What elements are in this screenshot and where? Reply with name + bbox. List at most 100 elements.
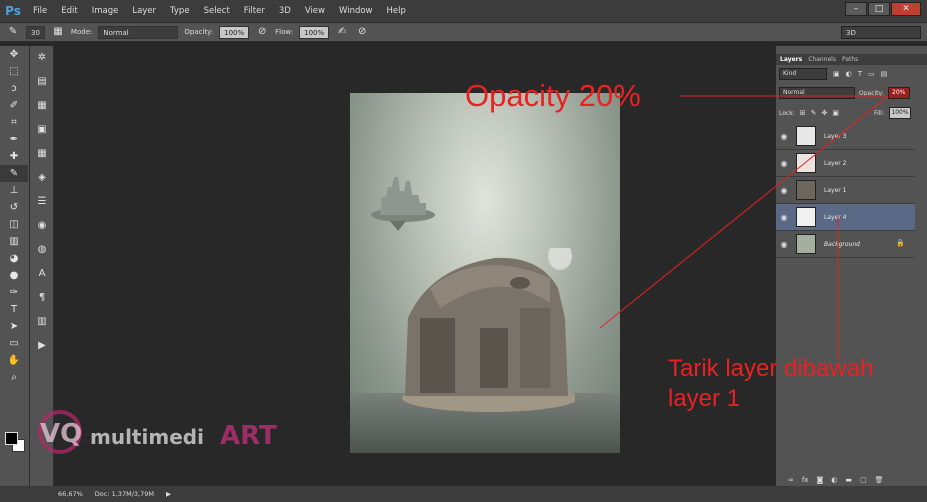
hand-tool-icon[interactable]: ✋ <box>0 352 28 369</box>
clone-source-icon[interactable]: ▤ <box>30 70 54 94</box>
document-canvas[interactable] <box>350 93 620 453</box>
path-select-tool-icon[interactable]: ➤ <box>0 318 28 335</box>
brush-tool-icon[interactable]: ✎ <box>0 165 28 182</box>
fill-field[interactable]: 100% <box>889 107 911 119</box>
layer-row-layer-4[interactable]: ◉ Layer 4 <box>776 204 915 231</box>
mode-select[interactable]: Normal <box>98 25 179 39</box>
menu-type[interactable]: Type <box>163 0 197 22</box>
menu-view[interactable]: View <box>298 0 332 22</box>
menu-image[interactable]: Image <box>85 0 126 22</box>
brush-size-field[interactable]: 30 <box>26 25 45 39</box>
type-tool-icon[interactable]: T <box>0 301 28 318</box>
zoom-tool-icon[interactable]: ⌕ <box>0 369 28 386</box>
shape-tool-icon[interactable]: ▭ <box>0 335 28 352</box>
brush-tool-icon[interactable]: ✎ <box>6 25 20 39</box>
adjustment-layer-icon[interactable]: ◐ <box>831 476 837 484</box>
history-brush-tool-icon[interactable]: ↺ <box>0 199 28 216</box>
color-swatch[interactable] <box>5 432 25 452</box>
pen-tool-icon[interactable]: ✑ <box>0 284 28 301</box>
quick-select-tool-icon[interactable]: ✐ <box>0 97 28 114</box>
3d-icon[interactable]: ◈ <box>30 166 54 190</box>
smart-object-filter-icon[interactable]: ▤ <box>881 70 888 78</box>
kind-filter-select[interactable]: Kind <box>779 68 827 80</box>
flow-field[interactable]: 100% <box>299 25 330 39</box>
layer-row-background[interactable]: ◉ Background 🔒 <box>776 231 915 258</box>
stamp-tool-icon[interactable]: ⊥ <box>0 182 28 199</box>
paragraph-icon[interactable]: ¶ <box>30 286 54 310</box>
lock-icon: 🔒 <box>896 239 905 247</box>
airbrush-icon[interactable]: ✍ <box>335 25 349 39</box>
eraser-tool-icon[interactable]: ◫ <box>0 216 28 233</box>
new-layer-icon[interactable]: ▢ <box>860 476 867 484</box>
maximize-button[interactable]: □ <box>868 2 890 16</box>
close-button[interactable]: ✕ <box>891 2 921 16</box>
visibility-eye-icon[interactable]: ◉ <box>776 240 792 249</box>
crop-tool-icon[interactable]: ⌗ <box>0 114 28 131</box>
history-icon[interactable]: ▦ <box>30 94 54 118</box>
character-icon[interactable]: A <box>30 262 54 286</box>
blur-tool-icon[interactable]: ◕ <box>0 250 28 267</box>
adjustments-icon[interactable]: ☰ <box>30 190 54 214</box>
brush-presets-icon[interactable]: ✲ <box>30 46 54 70</box>
visibility-eye-icon[interactable]: ◉ <box>776 213 792 222</box>
layer-opacity-label: Opacity: <box>859 89 884 97</box>
trash-icon[interactable]: 🗑 <box>875 476 884 484</box>
brush-panel-icon[interactable]: ▦ <box>51 25 65 39</box>
menu-help[interactable]: Help <box>380 0 413 22</box>
layer-opacity-field[interactable]: 20% <box>887 87 910 99</box>
workspace-select[interactable]: 3D <box>841 26 921 39</box>
timeline-icon[interactable]: ▥ <box>30 310 54 334</box>
menu-layer[interactable]: Layer <box>125 0 163 22</box>
dodge-tool-icon[interactable]: ● <box>0 267 28 284</box>
adjustment-filter-icon[interactable]: ◐ <box>846 70 852 78</box>
new-group-icon[interactable]: ▬ <box>845 476 852 484</box>
play-icon[interactable]: ▶ <box>30 334 54 358</box>
marquee-tool-icon[interactable]: ⬚ <box>0 63 28 80</box>
layer-name: Layer 2 <box>824 159 847 167</box>
zoom-level[interactable]: 66,67% <box>58 490 83 498</box>
move-tool-icon[interactable]: ✥ <box>0 46 28 63</box>
foreground-color[interactable] <box>5 432 18 445</box>
lock-pixels-icon[interactable]: ✎ <box>811 109 817 117</box>
tab-channels[interactable]: Channels <box>808 56 836 63</box>
pixel-filter-icon[interactable]: ▣ <box>833 70 840 78</box>
fx-icon[interactable]: fx <box>802 476 809 484</box>
add-mask-icon[interactable]: ◙ <box>816 476 823 484</box>
svg-text:VQ: VQ <box>40 419 82 449</box>
visibility-eye-icon[interactable]: ◉ <box>776 159 792 168</box>
blend-mode-select[interactable]: Normal <box>779 87 855 99</box>
visibility-eye-icon[interactable]: ◉ <box>776 186 792 195</box>
actions-icon[interactable]: ▣ <box>30 118 54 142</box>
tab-layers[interactable]: Layers <box>780 56 802 63</box>
menu-file[interactable]: File <box>26 0 54 22</box>
minimize-button[interactable]: – <box>845 2 867 16</box>
lock-all-icon[interactable]: ▣ <box>832 109 839 117</box>
lock-transparent-icon[interactable]: ⊞ <box>800 109 806 117</box>
menu-select[interactable]: Select <box>197 0 237 22</box>
pressure-opacity-icon[interactable]: ⊘ <box>255 25 269 39</box>
menu-edit[interactable]: Edit <box>54 0 84 22</box>
tab-paths[interactable]: Paths <box>842 56 858 63</box>
pressure-size-icon[interactable]: ⊘ <box>355 25 369 39</box>
gradient-tool-icon[interactable]: ▥ <box>0 233 28 250</box>
menu-bar: Ps File Edit Image Layer Type Select Fil… <box>0 0 927 22</box>
lasso-tool-icon[interactable]: ↄ <box>0 80 28 97</box>
opacity-field[interactable]: 100% <box>219 25 250 39</box>
menu-filter[interactable]: Filter <box>237 0 272 22</box>
navigator-icon[interactable]: ◉ <box>30 214 54 238</box>
link-layers-icon[interactable]: ∞ <box>788 476 794 484</box>
shape-filter-icon[interactable]: ▭ <box>868 70 875 78</box>
layer-row-layer-1[interactable]: ◉ Layer 1 <box>776 177 915 204</box>
status-menu-arrow-icon[interactable]: ▶ <box>166 490 171 498</box>
layer-row-layer-2[interactable]: ◉ Layer 2 <box>776 150 915 177</box>
layer-row-layer-3[interactable]: ◉ Layer 3 <box>776 123 915 150</box>
lock-position-icon[interactable]: ✥ <box>821 109 827 117</box>
grid-icon[interactable]: ▦ <box>30 142 54 166</box>
visibility-eye-icon[interactable]: ◉ <box>776 132 792 141</box>
menu-window[interactable]: Window <box>332 0 380 22</box>
eyedropper-tool-icon[interactable]: ✒ <box>0 131 28 148</box>
healing-tool-icon[interactable]: ✚ <box>0 148 28 165</box>
type-filter-icon[interactable]: T <box>858 70 862 78</box>
swatches-icon[interactable]: ◍ <box>30 238 54 262</box>
menu-3d[interactable]: 3D <box>272 0 298 22</box>
